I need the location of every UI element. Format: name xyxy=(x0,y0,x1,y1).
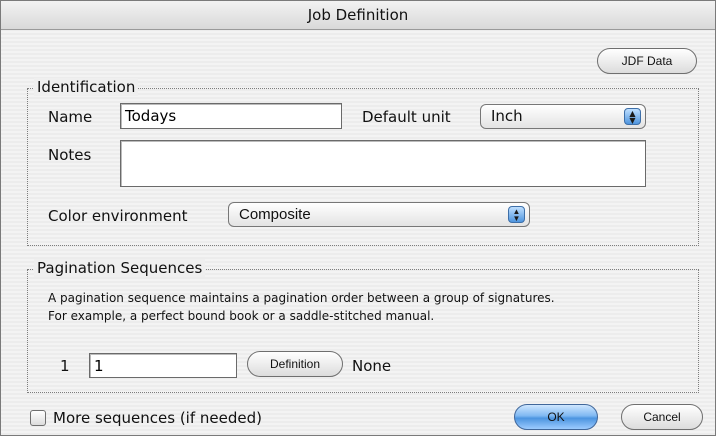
ok-button[interactable]: OK xyxy=(514,404,598,430)
sequence-row-index: 1 xyxy=(60,357,70,375)
sequence-status: None xyxy=(352,357,392,375)
notes-field[interactable] xyxy=(120,140,646,187)
jdf-data-button[interactable]: JDF Data xyxy=(597,48,697,74)
default-unit-value: Inch xyxy=(491,107,523,125)
up-down-arrows-icon: ▲ ▼ xyxy=(508,206,525,223)
notes-label: Notes xyxy=(48,146,92,164)
color-environment-label: Color environment xyxy=(48,207,188,225)
color-environment-value: Composite xyxy=(239,206,311,223)
pagination-description-line1: A pagination sequence maintains a pagina… xyxy=(48,291,555,305)
name-field[interactable]: Todays xyxy=(120,103,342,129)
default-unit-label: Default unit xyxy=(362,108,451,126)
pagination-legend: Pagination Sequences xyxy=(34,259,206,277)
identification-legend: Identification xyxy=(34,78,139,96)
window-title: Job Definition xyxy=(1,1,715,30)
up-down-arrows-icon: ▲ ▼ xyxy=(624,108,641,125)
definition-button[interactable]: Definition xyxy=(247,351,343,377)
name-label: Name xyxy=(48,108,93,126)
pagination-description-line2: For example, a perfect bound book or a s… xyxy=(48,309,435,323)
cancel-button[interactable]: Cancel xyxy=(621,404,703,430)
color-environment-popup[interactable]: Composite ▲ ▼ xyxy=(228,202,530,227)
job-definition-dialog: Job Definition JDF Data Identification N… xyxy=(0,0,716,436)
sequence-field[interactable]: 1 xyxy=(89,353,237,378)
default-unit-popup[interactable]: Inch ▲ ▼ xyxy=(480,104,646,129)
more-sequences-checkbox[interactable] xyxy=(30,410,46,426)
more-sequences-label: More sequences (if needed) xyxy=(53,409,262,427)
